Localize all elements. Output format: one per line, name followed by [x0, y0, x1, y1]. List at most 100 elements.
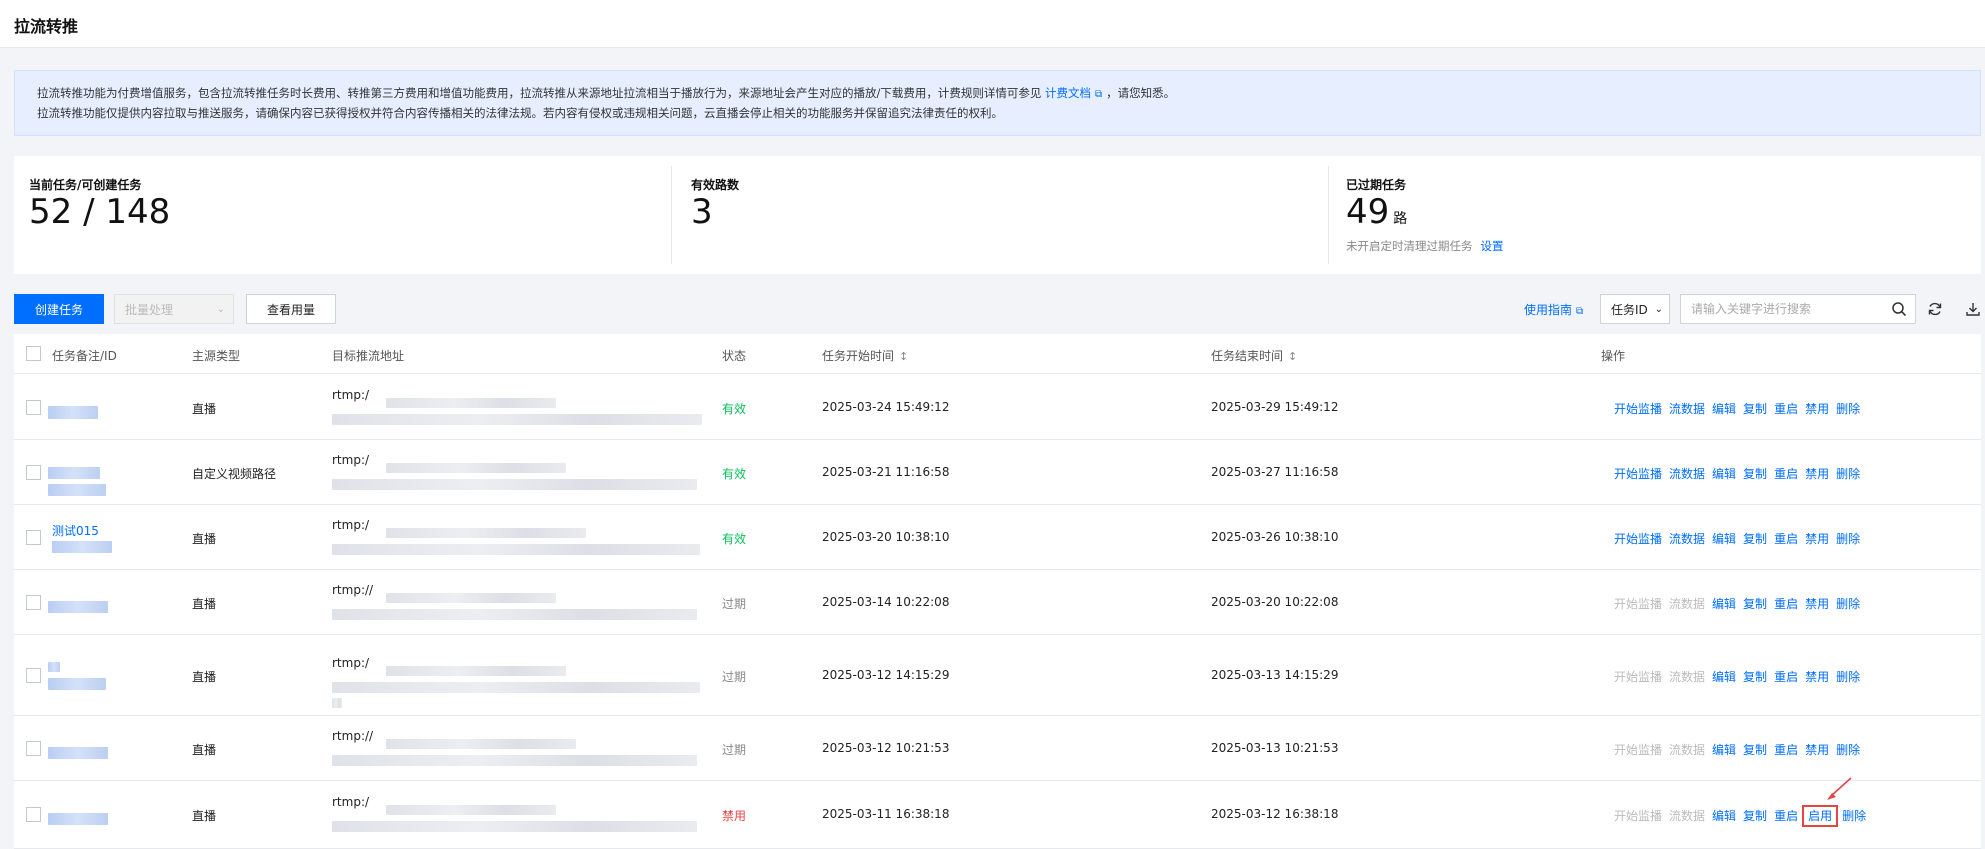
- notice-line-1: 拉流转推功能为付费增值服务，包含拉流转推任务时长费用、转推第三方费用和增值功能费…: [37, 84, 1960, 104]
- row-checkbox[interactable]: [26, 668, 41, 683]
- col-start-time[interactable]: 任务开始时间 ↕: [822, 347, 908, 364]
- target-url-masked: [332, 698, 342, 708]
- end-time: 2025-03-29 15:49:12: [1211, 400, 1339, 414]
- target-url: rtmp:/: [332, 518, 370, 532]
- stream-data-button[interactable]: 流数据: [1669, 532, 1705, 546]
- select-all-checkbox[interactable]: [26, 346, 41, 361]
- copy-button[interactable]: 复制: [1743, 597, 1767, 611]
- copy-button[interactable]: 复制: [1743, 532, 1767, 546]
- edit-button[interactable]: 编辑: [1712, 532, 1736, 546]
- stat-number: 49: [1346, 192, 1390, 232]
- batch-label: 批量处理: [125, 302, 174, 317]
- task-id-masked[interactable]: [48, 406, 98, 419]
- copy-button[interactable]: 复制: [1743, 809, 1767, 823]
- toggle-button[interactable]: 禁用: [1805, 670, 1829, 684]
- stream-data-button[interactable]: 流数据: [1669, 402, 1705, 416]
- stream-data-button[interactable]: 流数据: [1669, 597, 1705, 611]
- refresh-icon[interactable]: [1927, 301, 1943, 317]
- toggle-button[interactable]: 禁用: [1805, 532, 1829, 546]
- row-checkbox[interactable]: [26, 741, 41, 756]
- row-checkbox[interactable]: [26, 465, 41, 480]
- start-time: 2025-03-11 16:38:18: [822, 807, 950, 821]
- task-id-masked[interactable]: [52, 541, 112, 553]
- cleanup-settings-link[interactable]: 设置: [1481, 239, 1504, 253]
- edit-button[interactable]: 编辑: [1712, 402, 1736, 416]
- notice-text: 拉流转推功能为付费增值服务，包含拉流转推任务时长费用、转推第三方费用和增值功能费…: [37, 86, 1042, 100]
- stream-data-button[interactable]: 流数据: [1669, 467, 1705, 481]
- copy-button[interactable]: 复制: [1743, 467, 1767, 481]
- restart-button[interactable]: 重启: [1774, 402, 1798, 416]
- restart-button[interactable]: 重启: [1774, 743, 1798, 757]
- stream-data-button[interactable]: 流数据: [1669, 743, 1705, 757]
- target-url-masked: [332, 479, 697, 490]
- status-badge: 有效: [722, 402, 747, 416]
- copy-button[interactable]: 复制: [1743, 402, 1767, 416]
- delete-button[interactable]: 删除: [1836, 743, 1860, 757]
- row-checkbox[interactable]: [26, 400, 41, 415]
- search-input[interactable]: [1681, 295, 1871, 323]
- delete-button[interactable]: 删除: [1842, 809, 1866, 823]
- task-id-masked[interactable]: [48, 678, 106, 690]
- edit-button[interactable]: 编辑: [1712, 597, 1736, 611]
- col-task-id: 任务备注/ID: [52, 349, 117, 363]
- task-id-masked[interactable]: [48, 484, 106, 496]
- restart-button[interactable]: 重启: [1774, 809, 1798, 823]
- restart-button[interactable]: 重启: [1774, 670, 1798, 684]
- edit-button[interactable]: 编辑: [1712, 467, 1736, 481]
- source-type: 直播: [192, 809, 217, 823]
- monitor-button[interactable]: 开始监播: [1614, 532, 1662, 546]
- task-id-masked[interactable]: [48, 662, 60, 672]
- restart-button[interactable]: 重启: [1774, 597, 1798, 611]
- monitor-button[interactable]: 开始监播: [1614, 402, 1662, 416]
- sort-icon[interactable]: ↕: [899, 350, 908, 363]
- stream-data-button[interactable]: 流数据: [1669, 670, 1705, 684]
- source-type: 直播: [192, 597, 217, 611]
- toggle-button[interactable]: 禁用: [1805, 402, 1829, 416]
- task-id-masked[interactable]: [48, 747, 108, 759]
- restart-button[interactable]: 重启: [1774, 467, 1798, 481]
- row-checkbox[interactable]: [26, 530, 41, 545]
- task-id-masked[interactable]: [48, 467, 100, 479]
- monitor-button[interactable]: 开始监播: [1614, 597, 1662, 611]
- toggle-button[interactable]: 禁用: [1805, 743, 1829, 757]
- delete-button[interactable]: 删除: [1836, 670, 1860, 684]
- batch-action-dropdown[interactable]: 批量处理 ⌄: [114, 294, 234, 324]
- delete-button[interactable]: 删除: [1836, 402, 1860, 416]
- status-badge: 过期: [722, 743, 747, 757]
- search-field-select[interactable]: 任务ID ⌄: [1600, 294, 1670, 324]
- restart-button[interactable]: 重启: [1774, 532, 1798, 546]
- monitor-button[interactable]: 开始监播: [1614, 809, 1662, 823]
- col-target-url: 目标推流地址: [332, 349, 405, 363]
- delete-button[interactable]: 删除: [1836, 467, 1860, 481]
- usage-guide-link[interactable]: 使用指南 ⧉: [1524, 301, 1583, 318]
- row-checkbox[interactable]: [26, 595, 41, 610]
- stream-data-button[interactable]: 流数据: [1669, 809, 1705, 823]
- monitor-button[interactable]: 开始监播: [1614, 670, 1662, 684]
- delete-button[interactable]: 删除: [1836, 597, 1860, 611]
- copy-button[interactable]: 复制: [1743, 743, 1767, 757]
- create-task-button[interactable]: 创建任务: [14, 294, 104, 324]
- col-end-time[interactable]: 任务结束时间 ↕: [1211, 347, 1297, 364]
- source-type: 自定义视频路径: [192, 467, 277, 481]
- delete-button[interactable]: 删除: [1836, 532, 1860, 546]
- target-url-masked: [386, 528, 586, 538]
- guide-label: 使用指南: [1524, 303, 1573, 317]
- search-icon[interactable]: [1891, 301, 1907, 317]
- edit-button[interactable]: 编辑: [1712, 670, 1736, 684]
- toggle-button[interactable]: 启用: [1802, 805, 1839, 827]
- toggle-button[interactable]: 禁用: [1805, 467, 1829, 481]
- monitor-button[interactable]: 开始监播: [1614, 743, 1662, 757]
- edit-button[interactable]: 编辑: [1712, 809, 1736, 823]
- sort-icon[interactable]: ↕: [1288, 350, 1297, 363]
- monitor-button[interactable]: 开始监播: [1614, 467, 1662, 481]
- toggle-button[interactable]: 禁用: [1805, 597, 1829, 611]
- task-id-masked[interactable]: [48, 813, 108, 825]
- view-usage-button[interactable]: 查看用量: [246, 294, 336, 324]
- billing-doc-link[interactable]: 计费文档: [1045, 86, 1091, 100]
- row-checkbox[interactable]: [26, 807, 41, 822]
- edit-button[interactable]: 编辑: [1712, 743, 1736, 757]
- copy-button[interactable]: 复制: [1743, 670, 1767, 684]
- task-id-masked[interactable]: [48, 601, 108, 613]
- download-icon[interactable]: [1965, 301, 1981, 317]
- task-note[interactable]: 测试015: [52, 522, 99, 539]
